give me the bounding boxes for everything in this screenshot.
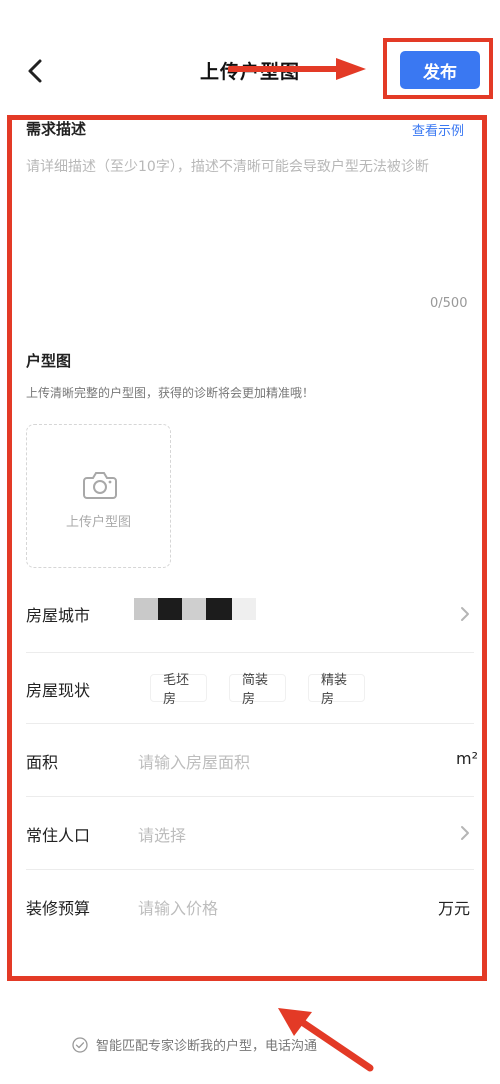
city-value-redacted[interactable] xyxy=(134,598,256,620)
floorplan-hint: 上传清晰完整的户型图，获得的诊断将会更加精准哦！ xyxy=(26,386,315,400)
residents-label: 常住人口 xyxy=(26,826,91,845)
residents-chevron-icon[interactable] xyxy=(458,823,472,843)
upload-floorplan-label: 上传户型图 xyxy=(65,515,131,530)
publish-highlight-frame xyxy=(383,38,493,99)
city-label: 房屋城市 xyxy=(26,606,91,625)
budget-label: 装修预算 xyxy=(26,899,91,918)
status-option-simple[interactable]: 简装房 xyxy=(229,673,286,707)
budget-unit: 万元 xyxy=(438,899,471,918)
description-char-counter: 0/500 xyxy=(430,296,468,311)
area-input[interactable]: 请输入房屋面积 xyxy=(138,749,250,773)
divider xyxy=(26,869,474,870)
divider xyxy=(26,796,474,797)
city-chevron-icon[interactable] xyxy=(458,604,472,624)
description-textarea[interactable]: 请详细描述（至少10字），描述不清晰可能会导致户型无法被诊断 xyxy=(26,156,476,178)
status-option-rough[interactable]: 毛坯房 xyxy=(150,673,207,707)
residents-select[interactable]: 请选择 xyxy=(138,822,186,846)
view-example-link[interactable]: 查看示例 xyxy=(412,120,464,139)
annotation-arrow-right xyxy=(228,58,366,80)
camera-icon xyxy=(83,472,117,499)
check-circle-icon[interactable] xyxy=(72,1036,88,1053)
area-unit: m² xyxy=(456,749,478,768)
divider xyxy=(26,723,474,724)
status-option-fine[interactable]: 精装房 xyxy=(308,673,365,707)
consent-row[interactable]: 智能匹配专家诊断我的户型，电话沟通 xyxy=(72,1035,317,1054)
status-label: 房屋现状 xyxy=(26,681,91,700)
floorplan-label: 户型图 xyxy=(26,352,72,370)
upload-floorplan-button[interactable]: 上传户型图 xyxy=(26,424,171,568)
budget-input[interactable]: 请输入价格 xyxy=(138,895,218,919)
description-label: 需求描述 xyxy=(26,120,87,138)
consent-text: 智能匹配专家诊断我的户型，电话沟通 xyxy=(96,1039,318,1054)
divider xyxy=(26,652,474,653)
area-label: 面积 xyxy=(26,753,59,772)
